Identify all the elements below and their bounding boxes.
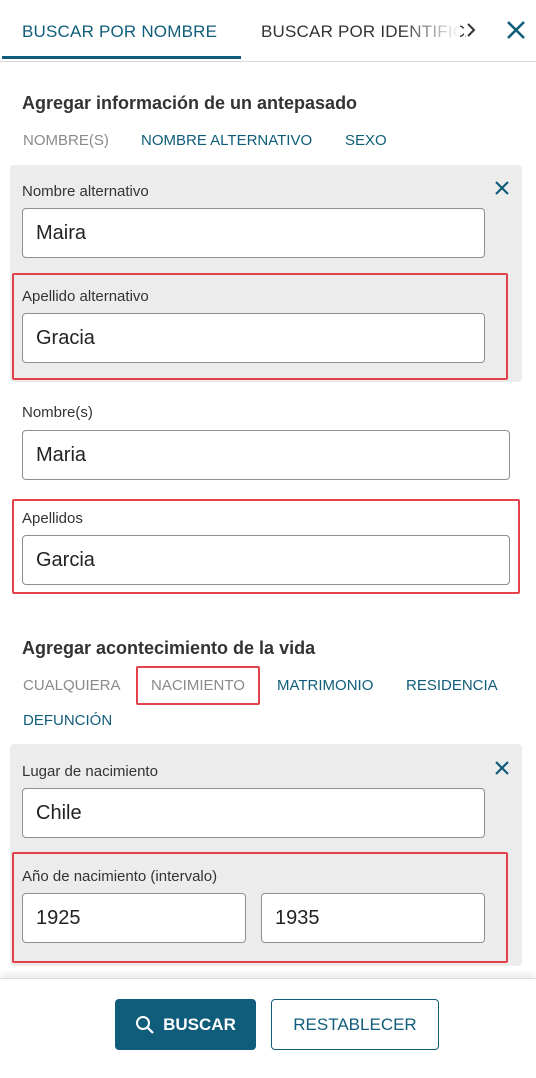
search-button-label: BUSCAR [163, 1014, 236, 1034]
reset-button-label: RESTABLECER [293, 1014, 417, 1034]
first-name-label: Nombre(s) [22, 404, 93, 421]
search-tabs: BUSCAR POR NOMBRE BUSCAR POR IDENTIFICAD… [0, 0, 536, 62]
highlight-box-alt-last-name [12, 273, 508, 380]
link-alternative-name[interactable]: NOMBRE ALTERNATIVO [141, 132, 312, 149]
link-sex[interactable]: SEXO [345, 132, 387, 149]
action-footer [0, 978, 536, 1078]
search-icon [136, 1015, 154, 1034]
alt-first-name-input[interactable]: Maira [22, 208, 485, 258]
chevron-right-icon[interactable] [462, 20, 480, 40]
link-residence[interactable]: RESIDENCIA [406, 677, 498, 694]
alt-first-name-label: Nombre alternativo [22, 183, 149, 200]
highlight-box-last-name [12, 499, 520, 594]
link-names[interactable]: NOMBRE(S) [23, 132, 109, 149]
link-marriage[interactable]: MATRIMONIO [277, 677, 373, 694]
highlight-box-birth-link [136, 666, 260, 705]
close-icon[interactable] [505, 19, 527, 41]
highlight-box-birth-year [12, 852, 508, 963]
birth-place-input[interactable]: Chile [22, 788, 485, 838]
link-any[interactable]: CUALQUIERA [23, 677, 121, 694]
close-icon[interactable] [494, 760, 510, 776]
reset-button[interactable]: RESTABLECER [271, 999, 439, 1050]
active-tab-indicator [2, 56, 241, 59]
tab-overflow-fade [400, 18, 460, 48]
link-death[interactable]: DEFUNCIÓN [23, 712, 112, 729]
life-event-heading: Agregar acontecimiento de la vida [22, 638, 316, 658]
first-name-input[interactable]: Maria [22, 430, 510, 480]
ancestor-info-heading: Agregar información de un antepasado [22, 93, 358, 113]
birth-place-label: Lugar de nacimiento [22, 763, 158, 780]
tab-search-by-name[interactable]: BUSCAR POR NOMBRE [22, 22, 217, 42]
search-button[interactable]: BUSCAR [115, 999, 256, 1050]
close-icon[interactable] [494, 180, 510, 196]
